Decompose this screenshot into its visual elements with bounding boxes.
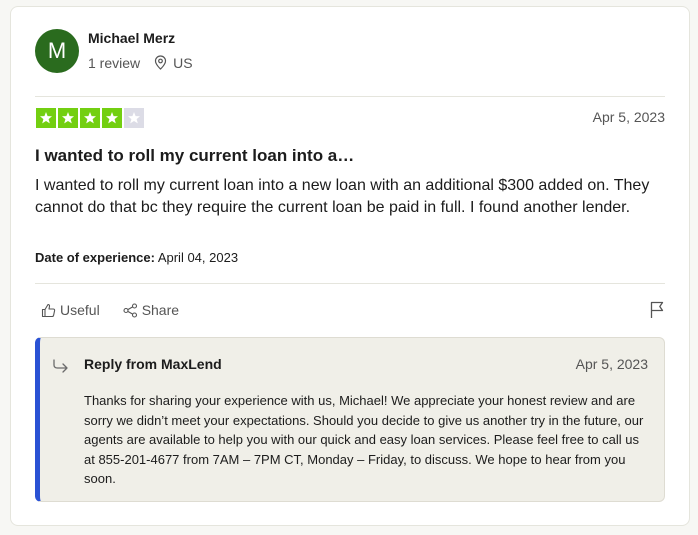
star-icon [124,108,144,128]
share-label: Share [141,302,180,318]
reply-title: Reply from MaxLend [84,356,222,372]
reviewer-location: US [154,54,193,71]
reply-text: Thanks for sharing your experience with … [84,393,644,486]
review-card: M Michael Merz 1 review US Apr 5, 2023 I… [10,6,690,526]
reply-date: Apr 5, 2023 [575,356,648,372]
useful-button[interactable]: Useful [41,302,100,318]
avatar[interactable]: M [35,29,79,73]
review-count: 1 review [88,54,141,71]
flag-button[interactable] [649,301,665,324]
review-actions: Useful Share [41,302,179,318]
date-of-experience: Date of experience: April 04, 2023 [35,250,238,265]
useful-label: Useful [60,302,100,318]
country-label: US [173,54,193,71]
thumbs-up-icon [41,303,56,317]
review-date: Apr 5, 2023 [592,109,665,125]
star-rating [36,108,144,128]
experience-label: Date of experience: [35,250,155,265]
divider [35,96,665,97]
review-body: I wanted to roll my current loan into a … [35,177,650,216]
reply-arrow-icon [53,359,68,373]
reviewer-meta: Michael Merz 1 review US [88,30,193,71]
review-title[interactable]: I wanted to roll my current loan into a… [35,146,354,166]
share-icon [123,302,137,318]
star-icon [80,108,100,128]
experience-date: April 04, 2023 [154,250,239,265]
star-icon [36,108,56,128]
star-icon [102,108,122,128]
star-icon [58,108,78,128]
company-reply: Reply from MaxLend Apr 5, 2023 Thanks fo… [35,337,665,502]
divider [35,283,665,284]
reviewer-header: M Michael Merz 1 review US [35,29,193,73]
location-pin-icon [155,55,167,70]
share-button[interactable]: Share [123,302,179,318]
flag-icon [650,301,664,318]
reviewer-info: 1 review US [88,55,193,71]
reviewer-name[interactable]: Michael Merz [88,30,193,46]
